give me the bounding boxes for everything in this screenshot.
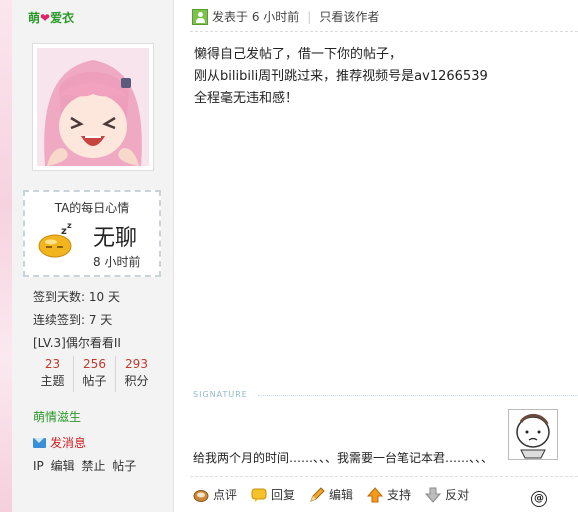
support-arrow-up-icon — [367, 486, 384, 502]
comment-icon — [193, 489, 209, 502]
signature-character-icon — [508, 409, 558, 460]
author-username[interactable]: 萌❤爱衣 — [28, 9, 74, 26]
oppose-button[interactable]: 反对 — [425, 486, 469, 503]
mood-text: 无聊 — [93, 226, 138, 251]
support-button[interactable]: 支持 — [367, 486, 411, 503]
actions-divider — [190, 476, 578, 477]
heart-icon: ❤ — [40, 11, 51, 25]
edit-button[interactable]: 编辑 — [309, 486, 353, 503]
post-line: 懒得自己发帖了，借一下你的帖子， — [194, 47, 403, 62]
post-header: 发表于 6 小时前 | 只看该作者 — [192, 8, 379, 25]
sleepy-face-icon: z z — [37, 221, 77, 258]
anime-girl-avatar-icon — [37, 48, 149, 166]
user-posts-link[interactable]: 帖子 — [112, 459, 136, 473]
reply-button[interactable]: 回复 — [251, 486, 295, 503]
ban-link[interactable]: 禁止 — [81, 459, 105, 473]
signature-text: 给我两个月的时间……、、、我需要一台笔记本君……、、、 — [193, 451, 494, 465]
envelope-icon — [33, 437, 46, 448]
sign-in-streak: 连续签到: 7 天 — [33, 313, 113, 327]
decorative-pink-strip — [0, 0, 12, 512]
mood-title: TA的每日心情 — [54, 201, 130, 215]
user-level[interactable]: [LV.3]偶尔看看II — [33, 334, 121, 351]
post-actions: 点评 回复 编辑 支持 反对 — [193, 486, 483, 503]
reply-icon — [251, 488, 267, 502]
daily-mood-box: TA的每日心情 z z 无聊 8 小时前 — [23, 190, 161, 277]
author-sidebar: 萌❤爱衣 TA的每日心情 z z 无聊 8 小时前 签到天数: 10 天 连续签… — [12, 0, 174, 512]
admin-links: IP 编辑 禁止 帖子 — [33, 457, 139, 474]
posted-time: 发表于 6 小时前 — [212, 10, 300, 24]
post-line: 全程毫无违和感！ — [194, 91, 299, 106]
signature-divider — [258, 395, 578, 396]
post-body: 懒得自己发帖了，借一下你的帖子， 刚从bilibili周刊跳过来，推荐视频号是a… — [194, 44, 488, 110]
avatar[interactable] — [37, 48, 149, 166]
only-author-link[interactable]: 只看该作者 — [319, 8, 379, 25]
count-points[interactable]: 293 积分 — [116, 356, 157, 392]
user-counts: 23 主题 256 帖子 293 积分 — [32, 356, 157, 392]
svg-text:z: z — [67, 222, 72, 230]
post-line: 刚从bilibili周刊跳过来，推荐视频号是av1266539 — [194, 69, 488, 84]
count-posts[interactable]: 256 帖子 — [74, 356, 116, 392]
send-message-link[interactable]: 发消息 — [33, 434, 86, 451]
ip-link[interactable]: IP — [33, 459, 44, 473]
mood-time: 8 小时前 — [93, 255, 141, 269]
mention-at-icon[interactable]: @ — [531, 491, 547, 507]
medal-label: 萌情滋生 — [33, 410, 82, 424]
online-user-icon — [192, 8, 208, 25]
divider: | — [307, 9, 312, 24]
edit-pencil-icon — [310, 486, 325, 502]
signature-label: SIGNATURE — [193, 390, 248, 399]
count-threads[interactable]: 23 主题 — [32, 356, 74, 392]
comment-button[interactable]: 点评 — [193, 486, 237, 503]
sign-in-days: 签到天数: 10 天 — [33, 290, 120, 304]
edit-user-link[interactable]: 编辑 — [51, 459, 75, 473]
header-divider — [190, 31, 578, 32]
avatar-frame[interactable] — [32, 43, 154, 171]
oppose-arrow-down-icon — [425, 487, 442, 503]
